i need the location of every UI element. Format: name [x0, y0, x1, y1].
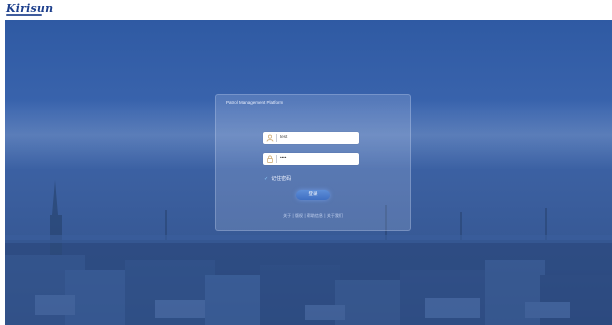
username-field[interactable]: test — [263, 132, 359, 144]
password-field[interactable]: •••• — [263, 153, 359, 165]
check-icon: ✓ — [264, 176, 269, 182]
remember-password-label: 记住密码 — [271, 176, 292, 182]
username-value: test — [280, 134, 288, 139]
platform-title: Patrol Management Platform — [226, 100, 284, 105]
remember-password-checkbox[interactable]: ✓ 记住密码 — [264, 175, 291, 183]
field-separator — [276, 134, 277, 142]
top-bar: Kirisun — [0, 0, 612, 20]
login-button[interactable]: 登录 — [296, 190, 330, 200]
login-background: Patrol Management Platform test •••• ✓ 记… — [5, 20, 612, 325]
lock-icon — [267, 155, 273, 163]
password-value: •••• — [280, 155, 287, 160]
user-icon — [266, 134, 274, 142]
brand-logo-swoosh — [6, 14, 42, 16]
field-separator — [276, 155, 277, 163]
footer-links[interactable]: 关于 | 版权 | 帮助信息 | 关于我们 — [216, 213, 410, 219]
login-panel: Patrol Management Platform test •••• ✓ 记… — [215, 94, 411, 231]
